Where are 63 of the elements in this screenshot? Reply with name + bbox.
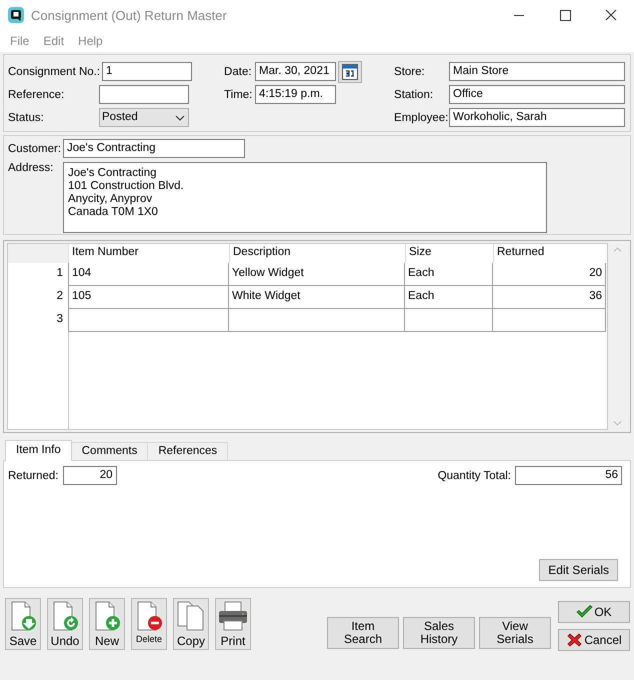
action-button[interactable]: Sales History (403, 617, 475, 649)
row-number: 2 (56, 289, 64, 304)
tab[interactable]: Item Info (5, 440, 72, 461)
toolbar-button[interactable]: Print (215, 598, 251, 650)
input-field[interactable]: 4:15:19 p.m. (255, 85, 336, 104)
document-minus-icon (135, 601, 163, 631)
field-label: Quantity Total: (438, 470, 511, 482)
edit-serials-button[interactable]: Edit Serials (539, 559, 618, 581)
date-field[interactable]: Mar. 30, 2021 (255, 62, 336, 81)
field-label: Status: (8, 112, 45, 124)
cancel-button[interactable]: Cancel (558, 629, 630, 651)
document-arrow-icon (9, 601, 37, 631)
printer-icon (218, 601, 248, 631)
cross-icon (566, 632, 584, 648)
copy-icon (177, 601, 205, 631)
table-cell: White Widget (229, 286, 405, 309)
input-field[interactable]: Office (449, 85, 625, 104)
document-undo-icon (51, 601, 79, 631)
app-icon (8, 7, 24, 23)
field-label: Reference: (8, 88, 66, 100)
input-field[interactable]: 20 (62, 466, 117, 485)
field-label: Date: (224, 66, 253, 78)
header-corner (8, 244, 68, 263)
field-label: Station: (394, 88, 434, 100)
toolbar-button[interactable]: New (89, 598, 125, 650)
address-field[interactable]: Joe's Contracting 101 Construction Blvd. Anycity, Anyprov Canada T0M 1X0 (63, 162, 547, 233)
field-label: Employee: (394, 112, 450, 124)
input-field[interactable] (99, 85, 189, 104)
table-cell: Each (405, 286, 493, 309)
customer-field[interactable]: Joe's Contracting (63, 139, 245, 158)
calendar-button[interactable] (338, 60, 362, 82)
window-title: Consignment (Out) Return Master (31, 8, 228, 22)
table-cell: 105 (68, 286, 229, 309)
toolbar-button[interactable]: Undo (47, 598, 83, 650)
table-cell: 20 (493, 263, 606, 286)
table-cell: 104 (68, 263, 229, 286)
toolbar-button[interactable]: Copy (173, 598, 209, 650)
toolbar-button[interactable]: Delete (131, 598, 167, 650)
action-button[interactable]: Item Search (327, 617, 399, 649)
action-button[interactable]: View Serials (479, 617, 551, 649)
checkmark-icon (576, 605, 594, 619)
field-label: Store: (394, 66, 426, 78)
field-label: Returned: (8, 470, 59, 482)
calendar-icon (342, 64, 358, 80)
field-label: Time: (224, 88, 254, 100)
input-field[interactable]: Workoholic, Sarah (449, 108, 625, 127)
input-field[interactable]: Main Store (449, 62, 625, 81)
ok-button[interactable]: OK (558, 601, 630, 623)
field-label: Customer: (8, 142, 62, 154)
row-number: 1 (56, 266, 64, 281)
table-cell: Yellow Widget (229, 263, 405, 286)
status-dropdown[interactable]: Posted (99, 108, 189, 127)
table-cell: 36 (493, 286, 606, 309)
input-field[interactable]: 1 (102, 62, 192, 81)
table-cell: Each (405, 263, 493, 286)
chevron-down-icon (175, 114, 185, 120)
toolbar-button[interactable]: Save (5, 598, 41, 650)
field-label: Consignment No.: (8, 66, 102, 78)
document-plus-icon (93, 601, 121, 631)
row-number: 3 (56, 312, 64, 327)
field-label: Address: (8, 162, 54, 174)
tab[interactable]: References (147, 442, 228, 460)
input-field[interactable]: 56 (515, 466, 622, 485)
